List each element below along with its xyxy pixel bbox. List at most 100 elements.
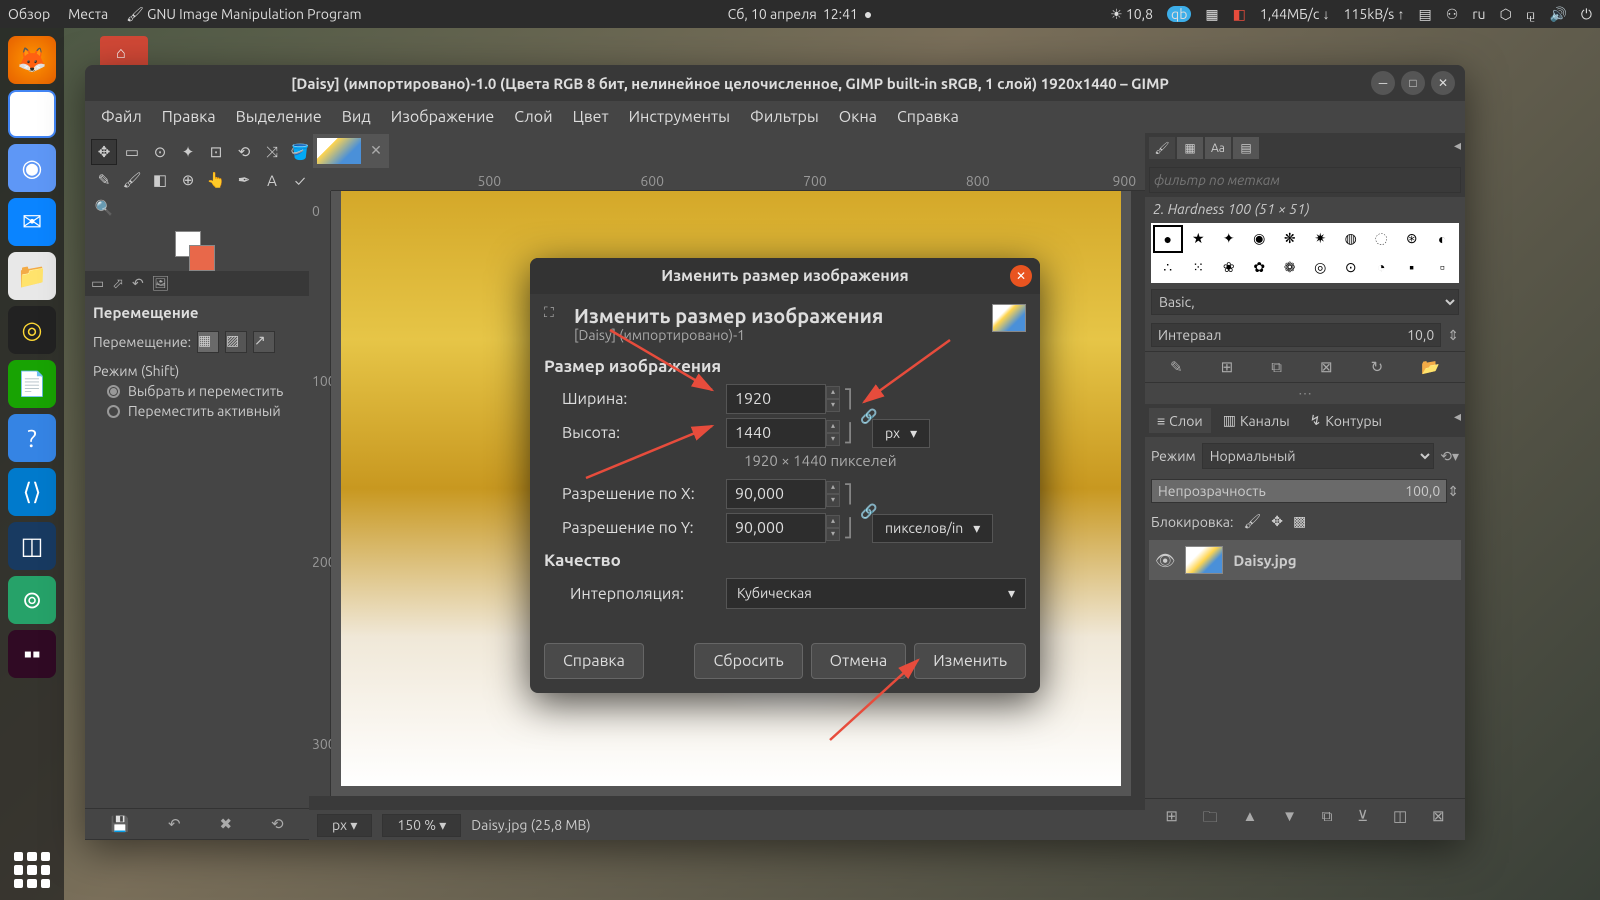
dock-rhythmbox-icon[interactable]: ◎ xyxy=(8,306,56,354)
width-spin-down[interactable]: ▾ xyxy=(826,399,840,412)
maximize-button[interactable]: □ xyxy=(1401,71,1425,95)
duplicate-brush-icon[interactable]: ⧉ xyxy=(1271,358,1282,376)
brush-item[interactable]: ✦ xyxy=(1214,225,1244,253)
brush-item[interactable]: ◎ xyxy=(1306,254,1336,282)
menu-windows[interactable]: Окна xyxy=(831,104,885,130)
brush-item[interactable]: ∴ xyxy=(1153,254,1183,282)
dialog-titlebar[interactable]: Изменить размер изображения ✕ xyxy=(530,258,1040,294)
places-menu[interactable]: Места xyxy=(68,6,108,22)
yres-input[interactable] xyxy=(726,513,826,543)
xres-input[interactable] xyxy=(726,479,826,509)
delete-preset-icon[interactable]: ✖ xyxy=(219,815,232,833)
weather-indicator[interactable]: ☀ 10,8 xyxy=(1110,6,1153,23)
mask-layer-icon[interactable]: ◫ xyxy=(1393,807,1407,832)
menu-layer[interactable]: Слой xyxy=(506,104,560,130)
delete-layer-icon[interactable]: ⊠ xyxy=(1432,807,1445,832)
zoom-tool[interactable]: 🔍 xyxy=(91,195,117,221)
ruler-horizontal[interactable]: 500 600 700 800 900 xyxy=(331,169,1145,191)
background-color[interactable] xyxy=(189,245,215,271)
gimp-titlebar[interactable]: [Daisy] (импортировано)-1.0 (Цвета RGB 8… xyxy=(85,65,1465,101)
fuzzy-select-tool[interactable]: ✦ xyxy=(175,139,201,165)
text-tool[interactable]: A xyxy=(259,167,285,193)
brush-item[interactable]: ◔ xyxy=(1367,254,1397,282)
move-layer-button[interactable]: ▦ xyxy=(197,331,219,353)
height-spin-up[interactable]: ▴ xyxy=(826,420,840,433)
tab-images-icon[interactable]: 🖼 xyxy=(152,275,170,292)
radio-pick-layer[interactable]: Выбрать и переместить xyxy=(107,383,301,399)
layers-tab[interactable]: ≡Слои xyxy=(1149,408,1211,433)
brush-item[interactable]: ❋ xyxy=(1275,225,1305,253)
lock-alpha-icon[interactable]: ▩ xyxy=(1293,513,1306,530)
layer-item[interactable]: 👁 Daisy.jpg xyxy=(1149,540,1461,580)
new-group-icon[interactable]: 🗀 xyxy=(1203,807,1218,832)
delete-brush-icon[interactable]: ⊠ xyxy=(1320,358,1333,376)
dock-virtualbox-icon[interactable]: ◫ xyxy=(8,522,56,570)
blend-mode-select[interactable]: Нормальный xyxy=(1202,443,1435,469)
menu-select[interactable]: Выделение xyxy=(228,104,330,130)
brush-item[interactable]: ⊙ xyxy=(1336,254,1366,282)
menu-colors[interactable]: Цвет xyxy=(565,104,617,130)
height-spin-down[interactable]: ▾ xyxy=(826,433,840,446)
tab-device-icon[interactable]: ⬀ xyxy=(112,275,124,292)
dock-terminal-icon[interactable]: ▪▪ xyxy=(8,630,56,678)
minimize-button[interactable]: ─ xyxy=(1371,71,1395,95)
dock-firefox-icon[interactable]: 🦊 xyxy=(8,36,56,84)
app-menu[interactable]: 🖌 GNU Image Manipulation Program xyxy=(126,6,361,23)
reset-icon[interactable]: ⟲ xyxy=(271,815,284,833)
xres-spin-down[interactable]: ▾ xyxy=(826,494,840,507)
clone-tool[interactable]: ⊕ xyxy=(175,167,201,193)
lock-position-icon[interactable]: ✥ xyxy=(1271,513,1283,530)
paths-tab[interactable]: ↯Контуры xyxy=(1302,408,1390,433)
close-button[interactable]: ✕ xyxy=(1431,71,1455,95)
brush-tool[interactable]: 🖌 xyxy=(119,167,145,193)
ruler-vertical[interactable]: 0 100 200 300 xyxy=(309,191,331,796)
crop-tool[interactable]: ⊡ xyxy=(203,139,229,165)
res-unit-select[interactable]: пикселов/in▾ xyxy=(872,514,993,543)
brush-item[interactable]: ✷ xyxy=(1306,225,1336,253)
brush-item[interactable]: ● xyxy=(1153,225,1183,253)
brush-item[interactable]: ✿ xyxy=(1245,254,1275,282)
pencil-tool[interactable]: ✎ xyxy=(91,167,117,193)
tab-close-icon[interactable]: ✕ xyxy=(367,142,385,160)
tab-history-icon[interactable]: ↶ xyxy=(132,275,144,292)
warp-tool[interactable]: ⤨ xyxy=(259,139,285,165)
color-swatch[interactable] xyxy=(85,227,309,271)
yres-spin-up[interactable]: ▴ xyxy=(826,515,840,528)
spinner-icon[interactable]: ⇕ xyxy=(1447,327,1459,344)
menu-view[interactable]: Вид xyxy=(334,104,379,130)
scrollbar-vertical[interactable] xyxy=(1131,191,1145,796)
size-unit-select[interactable]: px▾ xyxy=(872,419,930,448)
panel-grip[interactable]: ⋯ xyxy=(1145,383,1465,404)
panel-menu-icon[interactable]: ◂ xyxy=(1454,137,1461,159)
brush-item[interactable]: ⊛ xyxy=(1397,225,1427,253)
network-icon[interactable]: ⬡ xyxy=(1500,6,1512,23)
history-tab-icon[interactable]: ▤ xyxy=(1233,137,1259,159)
visibility-icon[interactable]: 👁 xyxy=(1155,551,1175,570)
scrollbar-horizontal[interactable] xyxy=(309,796,1145,810)
brush-item[interactable]: ❁ xyxy=(1275,254,1305,282)
dock-vscode-icon[interactable]: ⟨⟩ xyxy=(8,468,56,516)
dock-help-icon[interactable]: ? xyxy=(8,414,56,462)
brush-item[interactable]: ◌ xyxy=(1367,225,1397,253)
keyboard-layout[interactable]: ru xyxy=(1472,6,1485,22)
edit-brush-icon[interactable]: ✎ xyxy=(1170,358,1183,376)
brush-item[interactable]: ▫ xyxy=(1428,254,1458,282)
accessibility-icon[interactable]: ⚇ xyxy=(1446,6,1459,23)
new-brush-icon[interactable]: ⊞ xyxy=(1221,358,1234,376)
volume-icon[interactable]: 🔊 xyxy=(1549,6,1566,23)
yres-spin-down[interactable]: ▾ xyxy=(826,528,840,541)
opacity-slider[interactable]: Непрозрачность100,0 xyxy=(1151,479,1447,503)
xres-spin-up[interactable]: ▴ xyxy=(826,481,840,494)
menu-file[interactable]: Файл xyxy=(93,104,150,130)
move-path-button[interactable]: ↗ xyxy=(253,331,275,353)
activities-button[interactable]: Обзор xyxy=(8,6,50,22)
image-tab[interactable]: ✕ xyxy=(313,134,389,168)
menu-help[interactable]: Справка xyxy=(889,104,967,130)
reset-button[interactable]: Сбросить xyxy=(694,643,802,679)
raise-layer-icon[interactable]: ▲ xyxy=(1243,807,1258,832)
menu-filters[interactable]: Фильтры xyxy=(742,104,827,130)
radio-move-active[interactable]: Переместить активный xyxy=(107,403,301,419)
smudge-tool[interactable]: 👆 xyxy=(203,167,229,193)
lock-pixels-icon[interactable]: 🖌 xyxy=(1243,513,1261,530)
eraser-tool[interactable]: ◧ xyxy=(147,167,173,193)
